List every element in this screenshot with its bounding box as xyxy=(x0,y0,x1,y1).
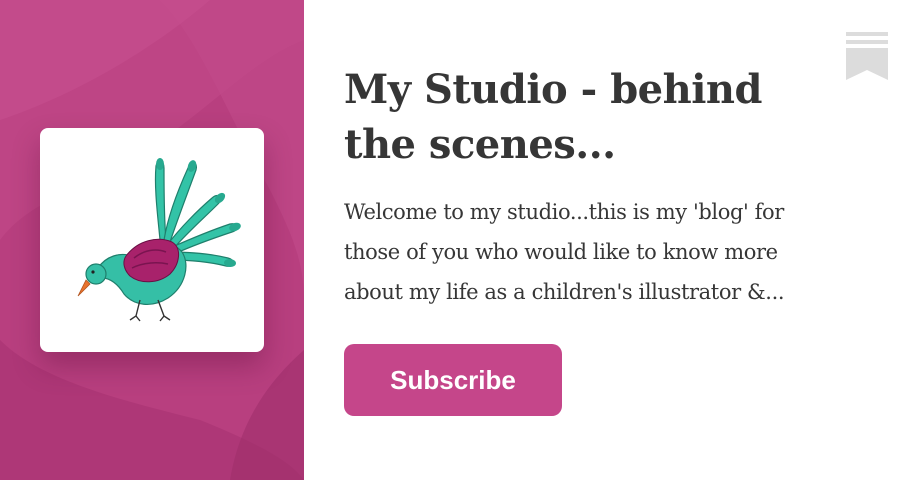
subscribe-button[interactable]: Subscribe xyxy=(344,344,562,416)
title-line-2: the scenes... xyxy=(344,121,616,168)
brand-panel xyxy=(0,0,304,480)
publication-logo xyxy=(40,128,264,352)
title-line-1: My Studio - behind xyxy=(344,66,762,113)
publication-title: My Studio - behind the scenes... xyxy=(344,62,844,172)
description-line-2: those of you who would like to know more xyxy=(344,240,778,264)
publication-card: My Studio - behind the scenes... Welcome… xyxy=(0,0,920,480)
bird-illustration-logo xyxy=(77,158,241,322)
description-line-3: about my life as a children's illustrato… xyxy=(344,280,785,304)
publication-description: Welcome to my studio...this is my 'blog'… xyxy=(344,192,884,312)
bookmark-icon[interactable] xyxy=(846,32,888,80)
description-line-1: Welcome to my studio...this is my 'blog'… xyxy=(344,200,784,224)
